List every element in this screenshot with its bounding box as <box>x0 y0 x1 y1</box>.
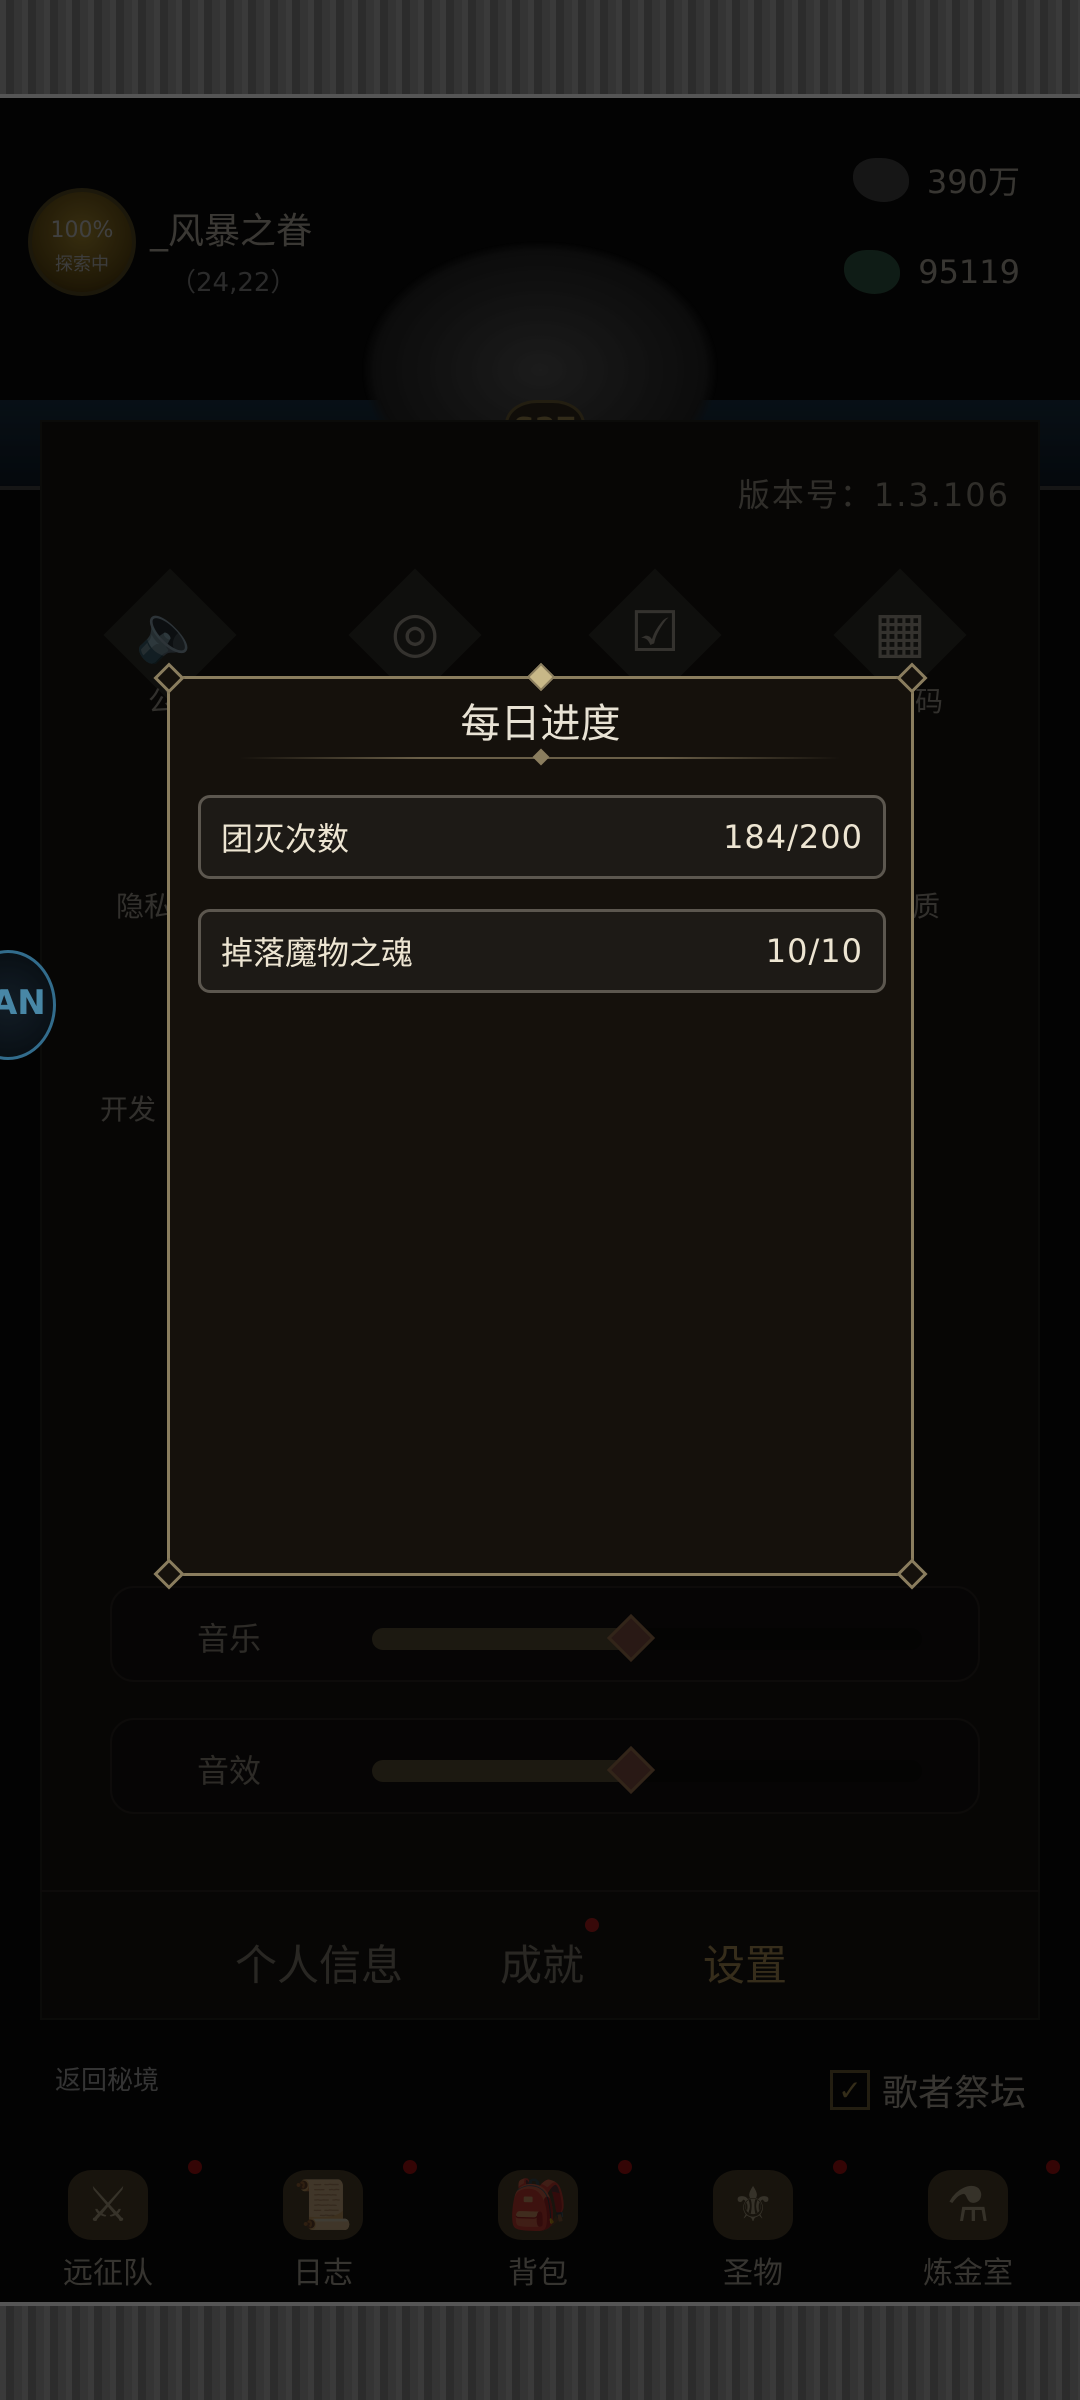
bottom-frame <box>0 2302 1080 2400</box>
progress-row-wipes: 团灭次数 184/200 <box>198 795 886 879</box>
progress-value: 184/200 <box>723 818 863 856</box>
progress-label: 掉落魔物之魂 <box>221 934 414 972</box>
progress-value: 10/10 <box>765 932 863 970</box>
daily-progress-dialog: 每日进度 团灭次数 184/200 掉落魔物之魂 10/10 <box>153 662 928 1590</box>
dialog-title: 每日进度 <box>460 701 621 747</box>
top-frame <box>0 0 1080 98</box>
divider-diamond-icon <box>532 748 550 766</box>
progress-row-soul-drops: 掉落魔物之魂 10/10 <box>198 909 886 993</box>
progress-label: 团灭次数 <box>221 820 350 858</box>
